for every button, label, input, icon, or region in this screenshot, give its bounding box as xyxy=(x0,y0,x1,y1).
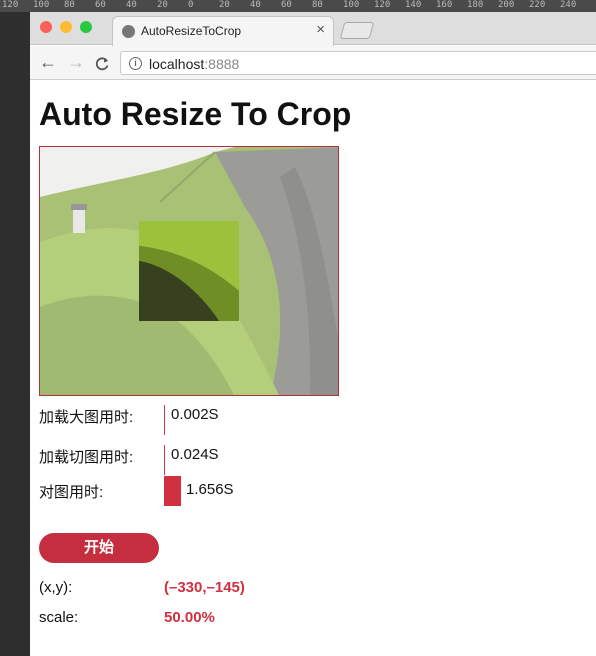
url-host: localhost xyxy=(149,56,205,72)
ruler-tick: 120 xyxy=(2,0,19,10)
info-icon[interactable]: i xyxy=(129,57,142,70)
stat-label: 对图用时: xyxy=(39,484,104,501)
forward-arrow-icon[interactable]: → xyxy=(67,52,85,73)
stat-value: 0.002S xyxy=(171,406,219,423)
browser-window: AutoResizeToCrop × ← → i localhost:8888 … xyxy=(30,12,596,656)
page-content: Auto Resize To Crop 加载大图用时: 0.002S 加载切图用… xyxy=(30,81,596,656)
scale-row: scale: 50.00% xyxy=(39,609,215,626)
new-tab-button[interactable] xyxy=(339,22,375,39)
tab-bar: AutoResizeToCrop × xyxy=(30,12,596,46)
ruler-tick: 40 xyxy=(126,0,137,10)
coords-label: (x,y): xyxy=(39,579,73,596)
editor-sidebar xyxy=(0,12,30,656)
ruler-tick: 120 xyxy=(374,0,391,10)
ruler-tick: 60 xyxy=(95,0,106,10)
ruler-tick: 160 xyxy=(436,0,453,10)
scale-label: scale: xyxy=(39,609,79,626)
stat-label: 加载大图用时: xyxy=(39,409,134,426)
ruler-tick: 60 xyxy=(281,0,292,10)
page-title: Auto Resize To Crop xyxy=(39,96,352,132)
ruler-tick: 80 xyxy=(312,0,323,10)
image-canvas[interactable] xyxy=(39,146,339,396)
close-window-button[interactable] xyxy=(40,21,52,33)
ruler-tick: 0 xyxy=(188,0,194,10)
coords-row: (x,y): (–330,–145) xyxy=(39,579,245,596)
ruler-tick: 20 xyxy=(219,0,230,10)
coords-value: (–330,–145) xyxy=(164,579,245,596)
stat-value: 1.656S xyxy=(186,481,234,498)
start-button[interactable]: 开始 xyxy=(39,533,159,563)
site-favicon-icon xyxy=(122,25,135,38)
stat-bar xyxy=(164,476,181,506)
reload-icon[interactable] xyxy=(95,56,110,71)
ruler-tick: 80 xyxy=(64,0,75,10)
stat-bar xyxy=(164,405,165,435)
ruler-tick: 20 xyxy=(157,0,168,10)
ruler-tick: 100 xyxy=(33,0,50,10)
address-bar[interactable]: i localhost:8888 xyxy=(120,51,596,75)
back-arrow-icon[interactable]: ← xyxy=(39,52,57,73)
ruler-tick: 220 xyxy=(529,0,546,10)
ruler-tick: 100 xyxy=(343,0,360,10)
crop-piece-image[interactable] xyxy=(139,221,239,321)
ruler-tick: 40 xyxy=(250,0,261,10)
minimize-window-button[interactable] xyxy=(60,21,72,33)
tab-title: AutoResizeToCrop xyxy=(141,24,242,38)
url-text: localhost:8888 xyxy=(149,56,239,72)
browser-toolbar: ← → i localhost:8888 xyxy=(30,46,596,80)
ruler-tick: 140 xyxy=(405,0,422,10)
ruler: 120 100 80 60 40 20 0 20 40 60 80 100 120 140 160 180 20… xyxy=(0,0,596,12)
ruler-tick: 200 xyxy=(498,0,515,10)
url-port: :8888 xyxy=(204,56,240,72)
ruler-tick: 180 xyxy=(467,0,484,10)
ruler-tick: 240 xyxy=(560,0,577,10)
maximize-window-button[interactable] xyxy=(80,21,92,33)
tab-close-icon[interactable]: × xyxy=(316,21,325,38)
stat-label: 加载切图用时: xyxy=(39,449,134,466)
stat-bar xyxy=(164,445,165,475)
browser-tab[interactable]: AutoResizeToCrop × xyxy=(112,16,334,46)
stat-value: 0.024S xyxy=(171,446,219,463)
scale-value: 50.00% xyxy=(164,609,215,626)
